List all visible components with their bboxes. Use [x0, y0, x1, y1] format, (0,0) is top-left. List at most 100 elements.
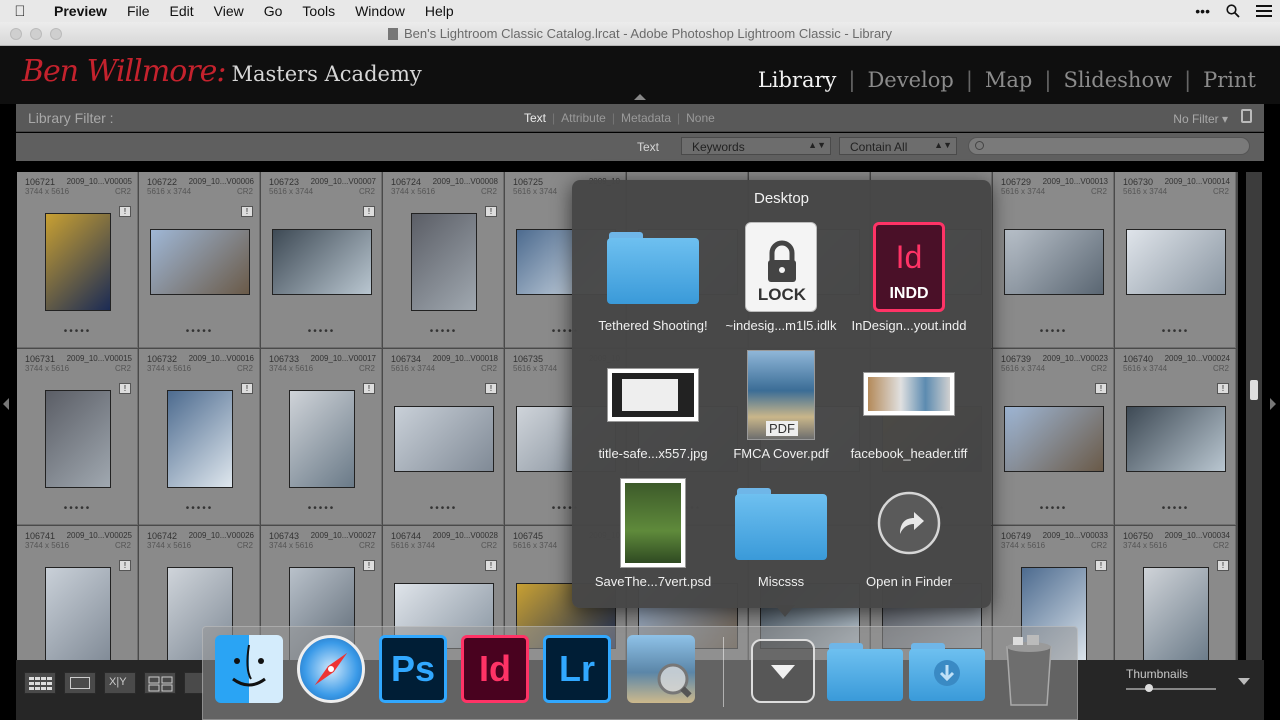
- lightroom-icon[interactable]: Lr: [543, 635, 611, 703]
- module-map[interactable]: Map: [985, 68, 1032, 92]
- stack-item-indd[interactable]: Id INDD InDesign...yout.indd: [839, 220, 979, 340]
- rating-dots[interactable]: •••••: [1115, 326, 1236, 337]
- metadata-warning-icon[interactable]: !: [485, 206, 497, 217]
- toolbar-menu-arrow-icon[interactable]: [1238, 678, 1250, 685]
- survey-view-button[interactable]: [144, 672, 176, 694]
- grid-cell[interactable]: 1067412009_10...V000253744 x 5616CR2!•••…: [17, 526, 138, 660]
- close-button[interactable]: [10, 28, 22, 40]
- metadata-warning-icon[interactable]: !: [485, 383, 497, 394]
- menu-app[interactable]: Preview: [54, 3, 107, 19]
- more-icon[interactable]: •••: [1195, 3, 1210, 19]
- filter-tab-none[interactable]: None: [686, 111, 715, 125]
- indesign-icon[interactable]: Id: [461, 635, 529, 703]
- photoshop-icon[interactable]: Ps: [379, 635, 447, 703]
- stack-arrow-icon[interactable]: [751, 639, 815, 703]
- metadata-warning-icon[interactable]: !: [363, 383, 375, 394]
- module-print[interactable]: Print: [1203, 68, 1256, 92]
- search-icon[interactable]: [1226, 4, 1240, 18]
- loupe-view-button[interactable]: [64, 672, 96, 694]
- folder-icon[interactable]: [827, 643, 903, 711]
- metadata-warning-icon[interactable]: !: [119, 206, 131, 217]
- rating-dots[interactable]: •••••: [261, 503, 382, 514]
- rating-dots[interactable]: •••••: [383, 326, 504, 337]
- grid-cell[interactable]: 106732 2009_10...V00016 3744 x 5616 CR2! •••…: [139, 349, 260, 525]
- filter-tab-text[interactable]: Text: [524, 111, 546, 125]
- safari-icon[interactable]: [297, 635, 365, 703]
- finder-icon[interactable]: [215, 635, 283, 703]
- metadata-warning-icon[interactable]: !: [241, 206, 253, 217]
- field-select[interactable]: Keywords ▲▼: [681, 137, 831, 155]
- rating-dots[interactable]: •••••: [383, 503, 504, 514]
- slider-knob[interactable]: [1145, 684, 1153, 692]
- menu-view[interactable]: View: [214, 3, 244, 19]
- stack-item-fmca-pdf[interactable]: PDF FMCA Cover.pdf: [711, 348, 851, 468]
- preview-icon[interactable]: [627, 635, 695, 703]
- metadata-warning-icon[interactable]: !: [363, 560, 375, 571]
- metadata-warning-icon[interactable]: !: [1095, 560, 1107, 571]
- metadata-warning-icon[interactable]: !: [119, 560, 131, 571]
- grid-cell[interactable]: 106740 2009_10...V00024 5616 x 3744 CR2! •••…: [1115, 349, 1236, 525]
- right-panel-arrow-icon[interactable]: [1270, 398, 1276, 410]
- menu-help[interactable]: Help: [425, 3, 454, 19]
- stack-item-facebook-tiff[interactable]: facebook_header.tiff: [839, 348, 979, 468]
- grid-cell[interactable]: 106739 2009_10...V00023 5616 x 3744 CR2! •••…: [993, 349, 1114, 525]
- downloads-folder-icon[interactable]: [909, 643, 985, 711]
- menu-file[interactable]: File: [127, 3, 150, 19]
- metadata-warning-icon[interactable]: !: [363, 206, 375, 217]
- metadata-warning-icon[interactable]: !: [1217, 560, 1229, 571]
- grid-cell[interactable]: 106734 2009_10...V00018 5616 x 3744 CR2! •••…: [383, 349, 504, 525]
- trash-icon[interactable]: [999, 633, 1059, 709]
- zoom-button[interactable]: [50, 28, 62, 40]
- menu-edit[interactable]: Edit: [170, 3, 194, 19]
- module-slideshow[interactable]: Slideshow: [1063, 68, 1172, 92]
- filter-tab-attribute[interactable]: Attribute: [561, 111, 606, 125]
- grid-cell[interactable]: 106731 2009_10...V00015 3744 x 5616 CR2! •••…: [17, 349, 138, 525]
- stack-item-open-in-finder[interactable]: Open in Finder: [839, 476, 979, 596]
- metadata-warning-icon[interactable]: !: [119, 383, 131, 394]
- stack-item-miscsss[interactable]: Miscsss: [711, 476, 851, 596]
- metadata-warning-icon[interactable]: !: [1217, 383, 1229, 394]
- grid-cell[interactable]: 106721 2009_10...V00005 3744 x 5616 CR2! •••…: [17, 172, 138, 348]
- grid-cell[interactable]: 106729 2009_10...V00013 5616 x 3744 CR2 ••••…: [993, 172, 1114, 348]
- panel-collapse-arrow-icon[interactable]: [634, 94, 646, 100]
- metadata-warning-icon[interactable]: !: [241, 383, 253, 394]
- list-icon[interactable]: [1256, 4, 1272, 18]
- metadata-warning-icon[interactable]: !: [1095, 383, 1107, 394]
- rating-dots[interactable]: •••••: [993, 503, 1114, 514]
- module-library[interactable]: Library: [758, 68, 837, 92]
- module-develop[interactable]: Develop: [867, 68, 953, 92]
- people-view-button[interactable]: [184, 672, 204, 694]
- rating-dots[interactable]: •••••: [17, 503, 138, 514]
- rating-dots[interactable]: •••••: [139, 503, 260, 514]
- lock-icon[interactable]: [1241, 109, 1252, 123]
- left-panel-arrow-icon[interactable]: [3, 398, 9, 410]
- rule-select[interactable]: Contain All ▲▼: [839, 137, 957, 155]
- stack-item-savethe-psd[interactable]: SaveThe...7vert.psd: [583, 476, 723, 596]
- stack-item-tethered-shooting[interactable]: Tethered Shooting!: [583, 220, 723, 340]
- menu-go[interactable]: Go: [264, 3, 283, 19]
- menu-window[interactable]: Window: [355, 3, 405, 19]
- stack-item-idlk[interactable]: LOCK ~indesig...m1l5.idlk: [711, 220, 851, 340]
- minimize-button[interactable]: [30, 28, 42, 40]
- compare-view-button[interactable]: X|Y: [104, 672, 136, 694]
- metadata-warning-icon[interactable]: !: [485, 560, 497, 571]
- rating-dots[interactable]: •••••: [993, 326, 1114, 337]
- menu-tools[interactable]: Tools: [302, 3, 335, 19]
- scrollbar-thumb[interactable]: [1250, 380, 1258, 400]
- grid-cell[interactable]: 106730 2009_10...V00014 5616 x 3744 CR2 ••••…: [1115, 172, 1236, 348]
- filter-search-input[interactable]: [968, 137, 1250, 155]
- grid-view-button[interactable]: [24, 672, 56, 694]
- grid-cell[interactable]: 106723 2009_10...V00007 5616 x 3744 CR2! •••…: [261, 172, 382, 348]
- grid-cell[interactable]: 106733 2009_10...V00017 3744 x 5616 CR2! •••…: [261, 349, 382, 525]
- rating-dots[interactable]: •••••: [17, 326, 138, 337]
- stack-item-title-safe[interactable]: title-safe...x557.jpg: [583, 348, 723, 468]
- grid-scrollbar[interactable]: [1246, 172, 1262, 660]
- apple-icon[interactable]: : [0, 3, 40, 20]
- filter-tab-metadata[interactable]: Metadata: [621, 111, 671, 125]
- rating-dots[interactable]: •••••: [139, 326, 260, 337]
- rating-dots[interactable]: •••••: [1115, 503, 1236, 514]
- rating-dots[interactable]: •••••: [261, 326, 382, 337]
- grid-cell[interactable]: 106724 2009_10...V00008 3744 x 5616 CR2! •••…: [383, 172, 504, 348]
- thumbnail-size-slider[interactable]: [1126, 684, 1216, 692]
- grid-cell[interactable]: 106722 2009_10...V00006 5616 x 3744 CR2! •••…: [139, 172, 260, 348]
